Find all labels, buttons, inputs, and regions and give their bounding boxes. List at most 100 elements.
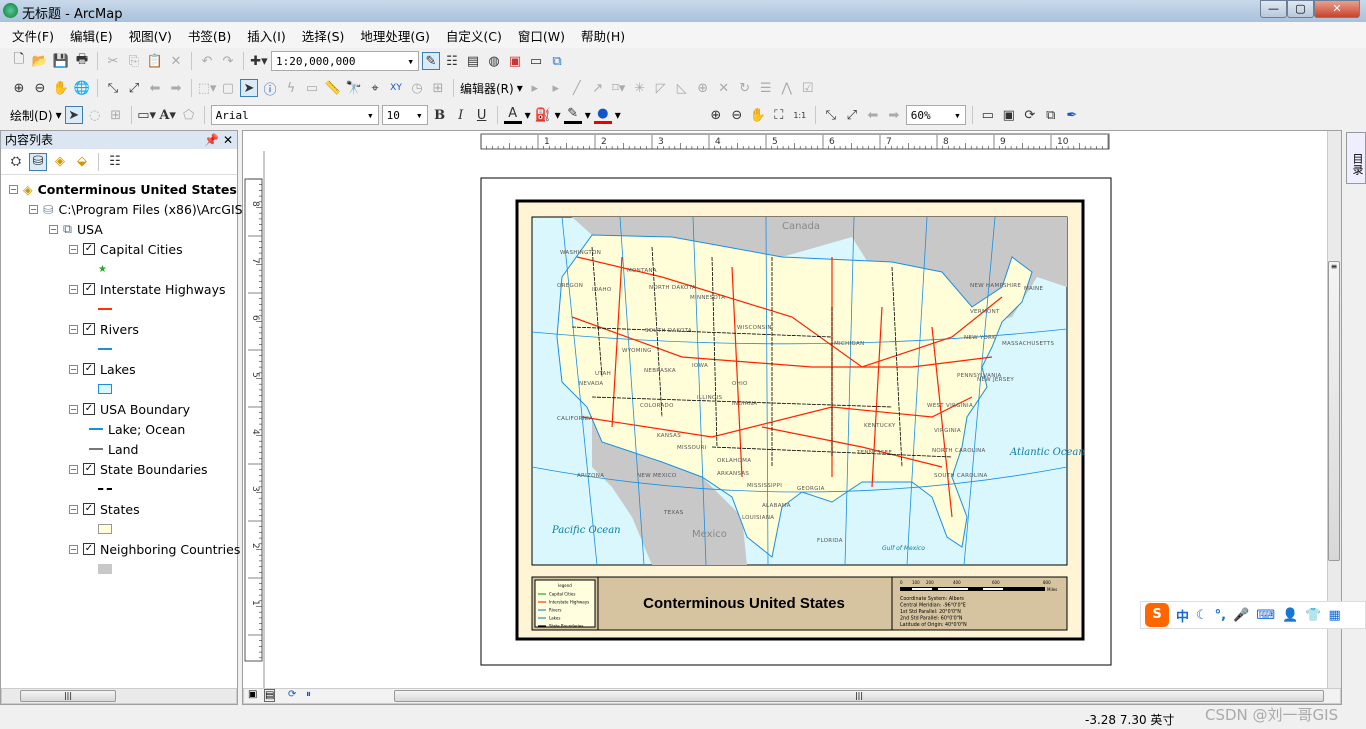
- viewer-icon[interactable]: ⊞: [429, 79, 447, 97]
- back-icon[interactable]: ⬅: [146, 79, 164, 97]
- rotate-icon[interactable]: ✕: [715, 79, 733, 97]
- toc-item[interactable]: − ◈ Conterminous United States: [9, 179, 237, 199]
- trace-icon[interactable]: ↗: [589, 79, 607, 97]
- collapse-icon[interactable]: −: [69, 464, 78, 474]
- fixed-zoom-out-layout-icon[interactable]: ⤢: [843, 106, 861, 124]
- sketch-props-icon[interactable]: ↻: [736, 79, 754, 97]
- collapse-icon[interactable]: −: [69, 244, 78, 254]
- layout-zoom-in-icon[interactable]: ⊕: [707, 106, 725, 124]
- punctuation-icon[interactable]: °,: [1215, 608, 1226, 623]
- reshape-icon[interactable]: ◸: [652, 79, 670, 97]
- new-document-icon[interactable]: 🗋: [10, 52, 28, 70]
- data-driven-pages-icon[interactable]: ⧉: [1042, 106, 1060, 124]
- font-color-icon[interactable]: A: [503, 106, 522, 124]
- split-icon[interactable]: ✳: [631, 79, 649, 97]
- rectangle-icon[interactable]: ▭▾: [137, 106, 156, 124]
- create-features-icon[interactable]: ☑: [799, 79, 817, 97]
- copy-icon[interactable]: ⎘: [125, 52, 143, 70]
- pen-icon[interactable]: ✒: [1063, 106, 1081, 124]
- open-icon[interactable]: 📂: [31, 52, 49, 70]
- forward-icon[interactable]: ➡: [167, 79, 185, 97]
- catalog-window-icon[interactable]: ▤: [464, 52, 482, 70]
- refresh-icon[interactable]: ⟳: [288, 689, 296, 700]
- layout-pan-icon[interactable]: ✋: [749, 106, 767, 124]
- pin-icon[interactable]: 📌: [204, 133, 219, 147]
- toc-close-icon[interactable]: ✕: [223, 133, 233, 147]
- layout-zoom-out-icon[interactable]: ⊖: [728, 106, 746, 124]
- split-tool-icon[interactable]: ⊕: [694, 79, 712, 97]
- select-elements-icon[interactable]: ➤: [64, 106, 83, 124]
- menu-8[interactable]: 窗口(W): [518, 26, 565, 45]
- collapse-icon[interactable]: −: [69, 284, 78, 294]
- collapse-icon[interactable]: −: [69, 504, 78, 514]
- close-button[interactable]: ✕: [1314, 0, 1360, 18]
- skin-icon[interactable]: 👕: [1305, 608, 1321, 623]
- toc-options-icon[interactable]: ☷: [106, 153, 124, 171]
- redo-icon[interactable]: ↷: [219, 52, 237, 70]
- catalog-dock-tab[interactable]: 目录: [1346, 132, 1366, 184]
- pause-drawing-icon[interactable]: ⏸: [306, 689, 311, 700]
- menu-9[interactable]: 帮助(H): [581, 26, 625, 45]
- layer-checkbox[interactable]: ✓: [83, 503, 95, 515]
- measure-icon[interactable]: 📏: [324, 79, 342, 97]
- collapse-icon[interactable]: −: [49, 224, 58, 234]
- underline-button[interactable]: U: [473, 106, 491, 124]
- focus-data-frame-icon[interactable]: ▣: [1000, 106, 1018, 124]
- text-icon[interactable]: A▾: [159, 106, 177, 124]
- editor-toolbar-icon[interactable]: ✎: [422, 52, 440, 70]
- zoom-in-icon[interactable]: ⊕: [10, 79, 28, 97]
- hyperlink-icon[interactable]: ϟ: [282, 79, 300, 97]
- straight-segment-icon[interactable]: ╱: [568, 79, 586, 97]
- draw-menu[interactable]: 绘制(D): [10, 107, 53, 124]
- list-by-source-icon[interactable]: ⛁: [29, 152, 47, 171]
- layer-checkbox[interactable]: ✓: [83, 403, 95, 415]
- zoom-out-icon[interactable]: ⊖: [31, 79, 49, 97]
- toc-item[interactable]: − ✓ Capital Cities: [69, 239, 183, 259]
- mic-icon[interactable]: 🎤: [1233, 608, 1249, 623]
- toc-item[interactable]: − ✓ States: [69, 499, 140, 519]
- collapse-icon[interactable]: −: [9, 184, 18, 194]
- python-window-icon[interactable]: ▭: [527, 52, 545, 70]
- print-icon[interactable]: 🖶: [73, 52, 91, 70]
- map-scale-select[interactable]: 1:20,000,000 ▾: [271, 51, 419, 71]
- layer-checkbox[interactable]: ✓: [83, 323, 95, 335]
- back-extent-icon[interactable]: ⬅: [864, 106, 882, 124]
- collapse-icon[interactable]: −: [69, 364, 78, 374]
- layer-checkbox[interactable]: ✓: [83, 283, 95, 295]
- toc-item[interactable]: − ⛁ C:\Program Files (x86)\ArcGIS: [29, 199, 243, 219]
- time-slider-icon[interactable]: ◷: [408, 79, 426, 97]
- toc-window-icon[interactable]: ☷: [443, 52, 461, 70]
- minimize-button[interactable]: —: [1260, 0, 1287, 18]
- add-data-icon[interactable]: ✚▾: [250, 52, 268, 70]
- construction-icon[interactable]: ⌑▾: [610, 79, 628, 97]
- toc-item[interactable]: − ✓ Interstate Highways: [69, 279, 226, 299]
- forward-extent-icon[interactable]: ➡: [885, 106, 903, 124]
- search-window-icon[interactable]: ◍: [485, 52, 503, 70]
- layout-zoom-select[interactable]: 60% ▾: [905, 105, 966, 125]
- fixed-zoom-in-layout-icon[interactable]: ⤡: [822, 106, 840, 124]
- find-icon[interactable]: 🔭: [345, 79, 363, 97]
- collapse-icon[interactable]: −: [69, 404, 78, 414]
- sketch-icon[interactable]: ⋀: [778, 79, 796, 97]
- zoom-whole-page-icon[interactable]: ⛶: [770, 106, 788, 124]
- delete-icon[interactable]: ✕: [167, 52, 185, 70]
- fill-color-icon[interactable]: ⛽: [534, 106, 552, 124]
- toc-horizontal-scrollbar[interactable]: |||: [1, 688, 237, 704]
- toc-item[interactable]: − ✓ USA Boundary: [69, 399, 190, 419]
- toggle-draft-icon[interactable]: ▭: [979, 106, 997, 124]
- toc-item[interactable]: Lake; Ocean: [89, 419, 185, 439]
- edit-annotation-icon[interactable]: ▸: [547, 79, 565, 97]
- clear-selection-icon[interactable]: ▢: [219, 79, 237, 97]
- bold-button[interactable]: B: [431, 106, 449, 124]
- collapse-icon[interactable]: −: [69, 324, 78, 334]
- cut-polygon-icon[interactable]: ◺: [673, 79, 691, 97]
- toc-item[interactable]: − ✓ Rivers: [69, 319, 139, 339]
- modelbuilder-icon[interactable]: ⧉: [548, 52, 566, 70]
- edit-tool-icon[interactable]: ▸: [526, 79, 544, 97]
- cut-icon[interactable]: ✂: [104, 52, 122, 70]
- menu-2[interactable]: 视图(V): [129, 26, 172, 45]
- keyboard-icon[interactable]: ⌨: [1256, 608, 1275, 623]
- toc-item[interactable]: − ✓ State Boundaries: [69, 459, 208, 479]
- menu-4[interactable]: 插入(I): [247, 26, 285, 45]
- list-by-selection-icon[interactable]: ⬙: [73, 153, 91, 171]
